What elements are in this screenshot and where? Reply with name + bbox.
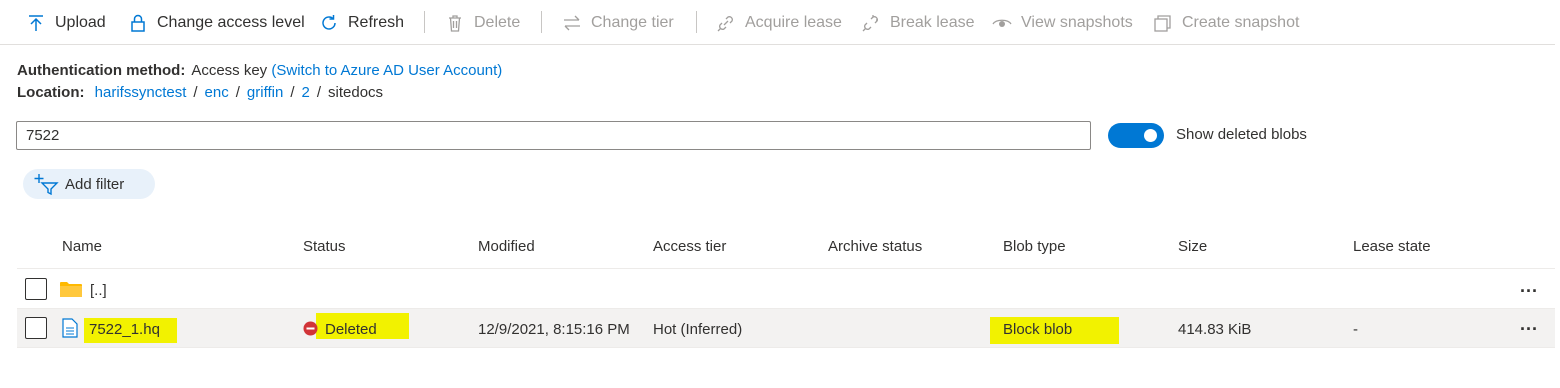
row-blob-type: Block blob [1003,321,1073,338]
acquire-lease-button[interactable]: Acquire lease [716,10,842,36]
toolbar-divider [696,11,697,33]
breadcrumb-separator: / [316,84,322,101]
add-filter-icon [34,174,59,195]
column-header-archive-status[interactable]: Archive status [828,238,922,255]
delete-button[interactable]: Delete [445,10,520,36]
table-divider [17,347,1555,348]
acquire-lease-label: Acquire lease [745,14,842,31]
row-lease-state: - [1353,321,1358,338]
toggle-knob [1144,129,1157,142]
trash-icon [449,15,461,32]
refresh-button[interactable]: Refresh [319,10,404,36]
lock-icon [131,14,145,32]
search-input[interactable] [16,121,1091,150]
command-bar: Upload Change access level Refresh Delet… [0,0,1555,45]
view-snapshots-label: View snapshots [1021,14,1133,31]
breadcrumb-separator: / [290,84,295,101]
breadcrumb: Location: harifssynctest / enc / griffin / 2 / s… [17,84,383,101]
column-header-status[interactable]: Status [303,238,346,255]
upload-button[interactable]: Upload [26,10,106,36]
toolbar-divider [541,11,542,33]
snapshot-icon [1154,15,1171,32]
breadcrumb-item[interactable]: enc [205,84,229,101]
breadcrumb-item[interactable]: 2 [302,84,310,101]
view-snapshots-button[interactable]: View snapshots [992,10,1133,36]
refresh-label: Refresh [348,14,405,31]
upload-label: Upload [55,14,106,31]
break-lease-label: Break lease [890,14,975,31]
change-access-level-label: Change access level [157,14,305,31]
refresh-icon [322,15,336,30]
broken-link-icon [862,15,878,32]
breadcrumb-current: sitedocs [328,84,384,101]
row-modified: 12/9/2021, 8:15:16 PM [478,321,630,338]
row-size: 414.83 KiB [1178,321,1252,338]
row-more-button[interactable]: ... [1520,276,1538,297]
row-name[interactable]: 7522_1.hq [89,321,160,338]
column-header-modified[interactable]: Modified [478,238,535,255]
row-access-tier: Hot (Inferred) [653,321,743,338]
column-header-blob-type[interactable]: Blob type [1003,238,1066,255]
row-checkbox[interactable] [25,317,47,339]
location-label: Location: [17,84,85,101]
row-name[interactable]: [..] [90,282,107,299]
eye-icon [992,19,1012,27]
column-header-lease-state[interactable]: Lease state [1353,238,1431,255]
create-snapshot-label: Create snapshot [1182,14,1300,31]
table-row[interactable] [17,309,1555,347]
change-access-level-button[interactable]: Change access level [128,10,305,36]
break-lease-button[interactable]: Break lease [861,10,975,36]
switch-auth-link[interactable]: (Switch to Azure AD User Account) [271,62,502,79]
deleted-status-icon [303,321,318,336]
file-icon [62,318,78,338]
show-deleted-toggle[interactable] [1108,123,1164,148]
upload-icon [29,15,43,31]
add-filter-label: Add filter [65,175,125,193]
column-header-size[interactable]: Size [1178,238,1207,255]
breadcrumb-item[interactable]: harifssynctest [95,84,187,101]
row-status: Deleted [325,321,377,338]
row-checkbox[interactable] [25,278,47,300]
add-filter-button[interactable]: Add filter [23,169,155,199]
delete-label: Delete [474,14,521,31]
toolbar-divider [424,11,425,33]
change-tier-label: Change tier [591,14,674,31]
breadcrumb-item[interactable]: griffin [247,84,283,101]
column-header-access-tier[interactable]: Access tier [653,238,726,255]
row-more-button[interactable]: ... [1520,314,1538,335]
folder-icon [60,282,82,297]
auth-value: Access key [191,62,268,79]
show-deleted-label: Show deleted blobs [1176,126,1307,143]
auth-label: Authentication method: [17,62,186,79]
table-divider [17,268,1555,269]
create-snapshot-button[interactable]: Create snapshot [1153,10,1299,36]
breadcrumb-separator: / [193,84,198,101]
breadcrumb-separator: / [235,84,240,101]
link-icon [717,16,733,32]
swap-arrows-icon [564,15,580,31]
change-tier-button[interactable]: Change tier [562,10,674,36]
column-header-name[interactable]: Name [62,238,102,255]
authentication-method: Authentication method: Access key (Switch… [17,62,502,79]
